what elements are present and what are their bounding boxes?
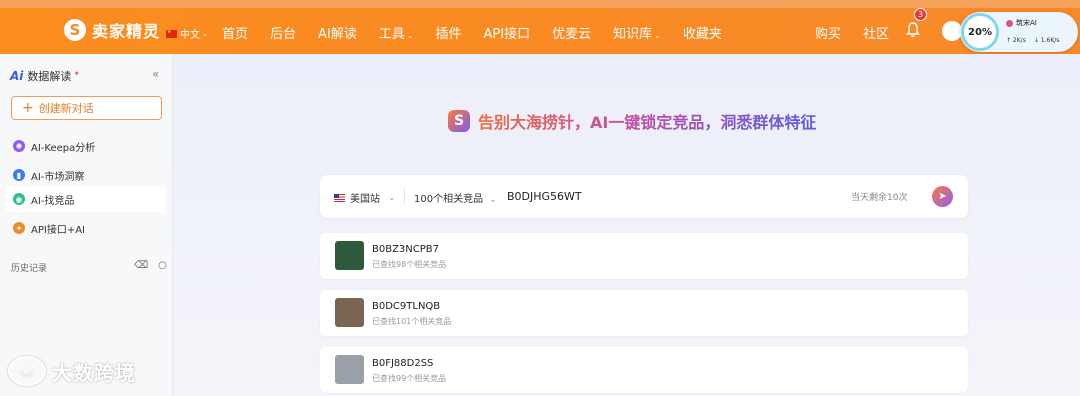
sidebar-item[interactable]: ▮ AI-市场洞察 [6,162,166,188]
china-flag-icon [166,29,177,38]
avatar[interactable] [942,21,962,41]
history-label: 历史记录 [11,264,48,274]
chevron-down-icon: ⌄ [388,192,396,203]
logo-icon: S [64,19,86,41]
competitor-count-label: 100个相关竞品 [414,194,484,205]
main-content: S 告别大海捞针，AI一键锁定竞品，洞悉群体特征 美国站 ⌄ 100个相关竞品 … [174,54,1080,396]
collapse-sidebar-icon[interactable]: « [152,67,159,81]
result-asin: B0DC9TLNQB [372,301,441,312]
competitor-count-selector[interactable]: 100个相关竞品 ⌄ [414,190,497,205]
nav-item[interactable]: 优麦云 [552,23,591,42]
hero: S 告别大海捞针，AI一键锁定竞品，洞悉群体特征 [448,109,816,133]
sidebar-item[interactable]: ✦ API接口+AI [6,215,166,241]
upload-speed: ↑ 2K/s [1006,37,1026,44]
new-chat-label: 创建新对话 [38,102,94,115]
result-item[interactable]: B0DC9TLNQB 已查找101个相关竞品 [320,290,968,336]
sidebar-item[interactable]: ◉ AI-找竞品 [6,186,166,212]
remaining-quota: 当天剩余10次 [851,193,908,203]
sparkle-icon: ✦ [73,68,81,78]
clear-history-icon[interactable]: ⌫ [134,260,148,271]
sidebar-item-label: AI-找竞品 [31,195,75,207]
hero-title: 告别大海捞针，AI一键锁定竞品，洞悉群体特征 [478,109,816,133]
sidebar-item-label: AI-Keepa分析 [31,142,96,154]
nav-item-label: 首页 [222,27,249,42]
widget-title: 筑宋AI [1006,18,1037,28]
nav-item[interactable]: AI解读 [318,23,357,42]
main-nav: 首页 后台 AI解读 工具 ⌄ 插件 API接口 优麦云 知识库 ⌄ 收藏夹 [222,23,744,42]
result-subtitle: 已查找99个相关竞品 [372,374,447,383]
sidebar-item[interactable]: ✺ AI-Keepa分析 [6,133,166,159]
product-thumbnail [335,355,364,384]
sidebar-item-label: AI-市场洞察 [31,171,85,183]
nav-item-label: 知识库 [613,27,653,42]
nav-item[interactable]: 工具 ⌄ [379,23,414,42]
paper-plane-icon: ➤ [938,191,947,202]
nav-item-label: 优麦云 [552,27,592,42]
right-nav: 购买 社区 [815,23,911,42]
new-chat-button[interactable]: + 创建新对话 [11,96,162,120]
history-tools: ⌫ ○ [134,260,177,271]
site-selector[interactable]: 美国站 ⌄ [334,190,396,205]
language-selector[interactable]: 中文 ⌄ [166,26,208,41]
nav-item[interactable]: 后台 [270,23,296,42]
widget-stats: ↑ 2K/s ↓ 1.6K/s [1006,37,1067,44]
nav-item-label: 工具 [378,27,405,42]
result-item[interactable]: B0FJ88D2SS 已查找99个相关竞品 [320,347,968,393]
search-icon[interactable]: ○ [158,260,167,271]
nav-buy[interactable]: 购买 [815,23,841,42]
sidebar: Ai 数据解读 ✦ « + 创建新对话 ✺ AI-Keepa分析 ▮ AI-市场洞察 ◉… [0,54,173,396]
brand-logo-icon: S [448,110,470,132]
keepa-icon: ✺ [13,140,25,152]
network-speed-widget[interactable]: 20% 筑宋AI ↑ 2K/s ↓ 1.6K/s [960,12,1078,52]
sidebar-header: Ai 数据解读 ✦ [10,68,80,84]
site-label: 美国站 [350,194,380,205]
nav-item-label: 后台 [270,27,297,42]
nav-community[interactable]: 社区 [863,23,889,42]
us-flag-icon [334,193,345,202]
nav-item-label: AI解读 [318,27,357,42]
product-thumbnail [335,298,364,327]
chevron-down-icon: ⌄ [654,31,661,40]
ai-logo-icon: Ai [10,69,24,83]
result-asin: B0FJ88D2SS [372,358,434,369]
chevron-down-icon: ⌄ [406,31,414,40]
nav-item-label: 收藏夹 [682,27,722,42]
widget-percent: 20% [961,13,999,51]
logo[interactable]: S 卖家精灵 [64,18,160,42]
result-subtitle: 已查找101个相关竞品 [372,317,452,326]
search-bar: 美国站 ⌄ 100个相关竞品 ⌄ 当天剩余10次 ➤ [320,175,968,218]
sidebar-title: 数据解读 [27,70,72,83]
result-subtitle: 已查找98个相关竞品 [372,260,447,269]
asin-input[interactable] [507,186,807,206]
logo-text: 卖家精灵 [92,22,161,41]
watermark-text: 大数跨境 [52,360,136,385]
plus-icon: + [22,100,34,116]
notification-badge: 3 [914,8,927,21]
bell-icon[interactable] [906,22,920,38]
language-label: 中文 [180,30,200,41]
nav-item[interactable]: 首页 [222,23,248,42]
nav-item[interactable]: 插件 [435,23,461,42]
watermark-logo-icon: ◡ [8,356,46,386]
send-button[interactable]: ➤ [932,186,953,207]
chevron-down-icon: ⌄ [202,29,208,38]
api-icon: ✦ [13,222,25,234]
bar-chart-icon: ▮ [13,169,25,181]
divider [500,187,501,205]
nav-item[interactable]: 收藏夹 [683,23,722,42]
nav-item-label: 插件 [435,27,462,42]
widget-logo-icon [1006,19,1013,27]
divider [404,187,405,205]
chevron-down-icon: ⌄ [489,195,497,205]
product-thumbnail [335,241,364,270]
watermark: ◡ 大数跨境 [8,356,136,386]
download-speed: ↓ 1.6K/s [1033,37,1060,44]
result-item[interactable]: B0BZ3NCPB7 已查找98个相关竞品 [320,233,968,279]
nav-item[interactable]: API接口 [484,23,531,42]
nav-item[interactable]: 知识库 ⌄ [613,23,661,42]
nav-item-label: API接口 [483,27,531,42]
sidebar-item-label: API接口+AI [31,224,85,236]
result-asin: B0BZ3NCPB7 [372,244,440,255]
search-competitor-icon: ◉ [13,193,25,205]
